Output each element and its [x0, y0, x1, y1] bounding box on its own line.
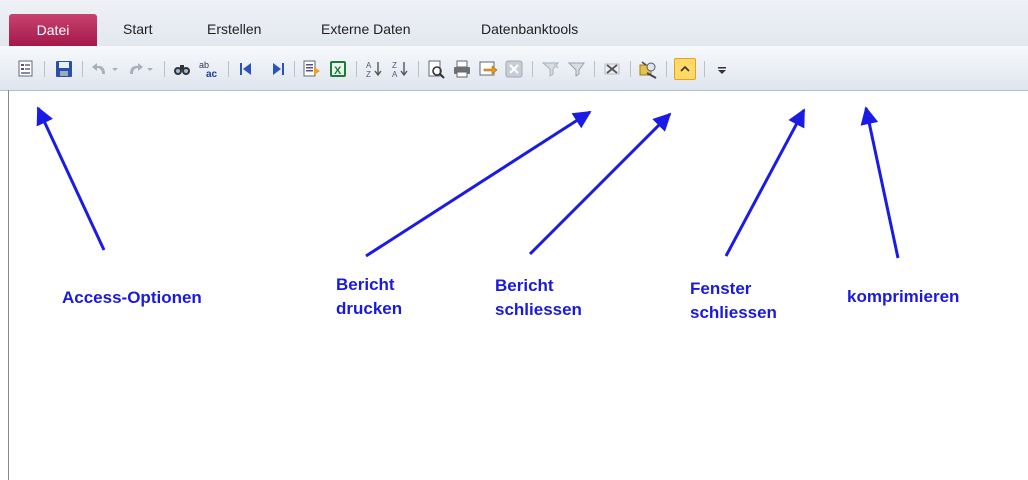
label-compact: komprimieren: [847, 287, 960, 306]
annotation-arrows: [36, 106, 900, 259]
arrow-print-report: [365, 110, 592, 258]
label-close-report-line1: Bericht: [495, 276, 554, 295]
arrow-access-options: [36, 106, 106, 251]
label-print-report-line2: drucken: [336, 299, 403, 318]
arrow-compact: [860, 106, 900, 259]
label-close-window-line1: Fenster: [690, 279, 752, 298]
label-close-report-line2: schliessen: [495, 300, 582, 319]
label-print-report-line1: Bericht: [336, 275, 395, 294]
arrow-close-report: [528, 112, 672, 256]
arrow-close-window: [724, 108, 806, 257]
label-close-window-line2: schliessen: [690, 303, 777, 322]
label-access-options: Access-Optionen: [62, 288, 202, 307]
